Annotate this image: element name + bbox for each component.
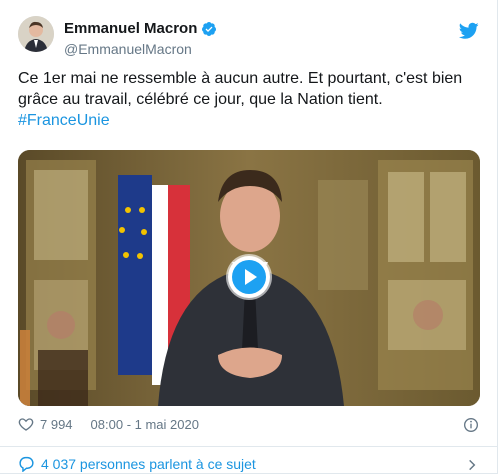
tweet-header: Emmanuel Macron @EmmanuelMacron [18,16,479,64]
author-avatar[interactable] [18,16,54,52]
video-thumbnail[interactable] [18,150,480,406]
speech-bubble-icon [19,456,34,472]
author-name[interactable]: Emmanuel Macron [64,20,197,37]
tweet-footer: 7 994 08:00 - 1 mai 2020 [18,416,199,432]
author-name-row[interactable]: Emmanuel Macron [64,20,217,37]
info-icon[interactable] [463,417,479,433]
like-count[interactable]: 7 994 [40,417,73,432]
conversation-link[interactable]: 4 037 personnes parlent à ce sujet [18,456,256,472]
conversation-text[interactable]: 4 037 personnes parlent à ce sujet [41,456,256,472]
play-button[interactable] [228,256,270,298]
author-handle[interactable]: @EmmanuelMacron [64,41,192,57]
verified-badge-icon [202,21,217,36]
hashtag-link[interactable]: #FranceUnie [18,110,478,131]
chevron-right-icon[interactable] [465,458,479,472]
tweet-text: Ce 1er mai ne ressemble à aucun autre. E… [18,68,478,131]
footer-divider [0,446,497,447]
twitter-bird-icon[interactable] [459,22,479,40]
heart-icon[interactable] [18,416,34,432]
tweet-card: Emmanuel Macron @EmmanuelMacron Ce 1er m… [0,0,498,474]
tweet-timestamp[interactable]: 08:00 - 1 mai 2020 [91,417,199,432]
tweet-body: Ce 1er mai ne ressemble à aucun autre. E… [18,70,463,108]
play-icon [232,260,266,294]
